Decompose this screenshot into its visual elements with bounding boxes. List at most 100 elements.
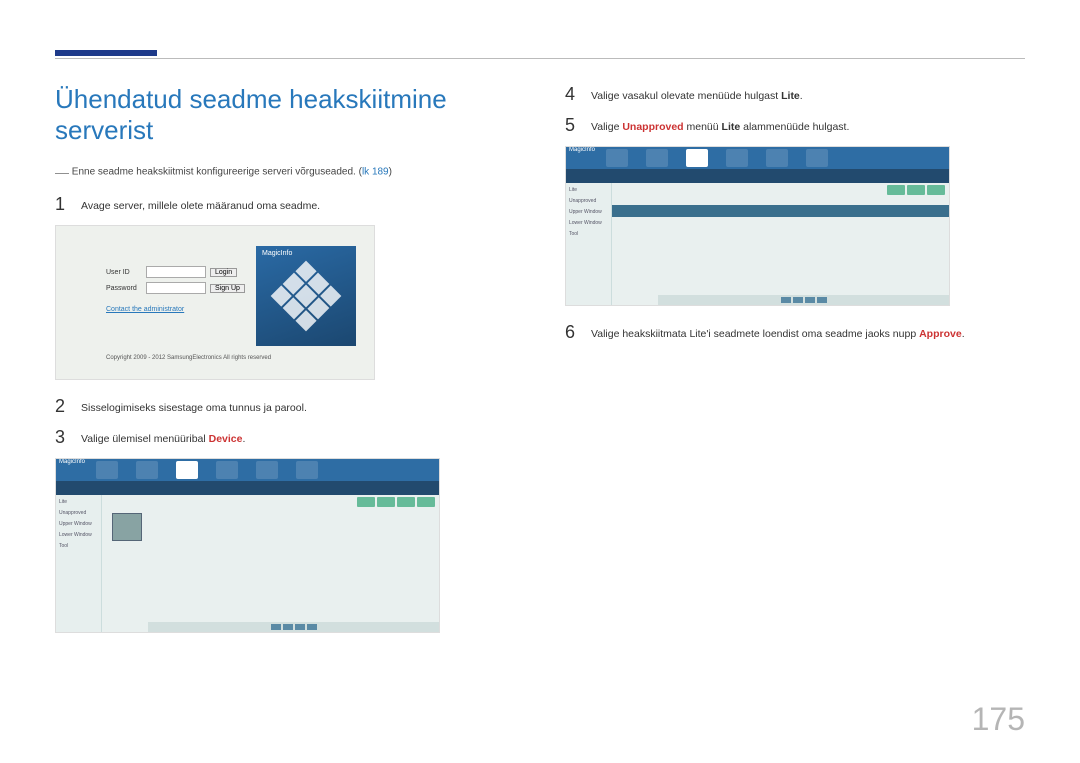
page-ctrl-1[interactable] [271, 624, 281, 630]
toolbar2-btn-1[interactable] [887, 185, 905, 195]
step-6-pre: Valige heakskiitmata Lite'i seadmete loe… [591, 328, 919, 340]
step-4: 4 Valige vasakul olevate menüüde hulgast… [565, 84, 1025, 105]
side2-item-0[interactable]: Lite [569, 187, 608, 193]
step-5-keyword-unapproved: Unapproved [622, 121, 683, 133]
side2-item-2[interactable]: Upper Window [569, 209, 608, 215]
magicinfo-logo-panel: MagicInfo [256, 246, 356, 346]
page-title: Ühendatud seadme heakskiitmine serverist [55, 84, 515, 146]
footnote-post: ) [389, 167, 392, 178]
app-toolbar-2 [887, 185, 945, 195]
step-6-number: 6 [565, 322, 579, 343]
tab2-6[interactable] [806, 149, 828, 167]
tab2-1[interactable] [606, 149, 628, 167]
page2-ctrl-3[interactable] [805, 297, 815, 303]
diamond-icon [271, 261, 342, 332]
app-sidebar: Lite Unapproved Upper Window Lower Windo… [56, 495, 102, 632]
side-item-1[interactable]: Unapproved [59, 510, 98, 516]
step-4-number: 4 [565, 84, 579, 105]
device-thumbnail[interactable] [112, 513, 142, 541]
signup-button[interactable]: Sign Up [210, 284, 245, 293]
side2-item-1[interactable]: Unapproved [569, 198, 608, 204]
side2-item-3[interactable]: Lower Window [569, 220, 608, 226]
toolbar-btn-4[interactable] [417, 497, 435, 507]
left-column: Ühendatud seadme heakskiitmine serverist… [55, 84, 515, 649]
toolbar-btn-2[interactable] [377, 497, 395, 507]
user-id-input[interactable] [146, 266, 206, 278]
app-pagination-2 [658, 295, 949, 305]
tab-device[interactable] [176, 461, 198, 479]
app-toolbar [357, 497, 435, 507]
password-label: Password [106, 285, 142, 292]
toolbar2-btn-3[interactable] [927, 185, 945, 195]
step-6-keyword-approve: Approve [919, 328, 962, 340]
page2-ctrl-2[interactable] [793, 297, 803, 303]
step-3-pre: Valige ülemisel menüüribal [81, 433, 209, 445]
page-number: 175 [972, 701, 1025, 738]
app-main-area-2 [612, 183, 949, 305]
app-sidebar-2: Lite Unapproved Upper Window Lower Windo… [566, 183, 612, 305]
side-item-0[interactable]: Lite [59, 499, 98, 505]
app-pagination [148, 622, 439, 632]
app-subbar-2 [566, 169, 949, 183]
header-accent-bar [55, 50, 157, 56]
app-logo: MagicInfo [59, 459, 85, 465]
page2-ctrl-4[interactable] [817, 297, 827, 303]
tab-4[interactable] [216, 461, 238, 479]
tab-6[interactable] [296, 461, 318, 479]
step-5-keyword-lite: Lite [722, 121, 741, 133]
step-6-post: . [962, 328, 965, 340]
step-1: 1 Avage server, millele olete määranud o… [55, 194, 515, 215]
footnote-pre: Enne seadme heakskiitmist konfigureerige… [72, 167, 362, 178]
step-3-text: Valige ülemisel menüüribal Device. [81, 427, 245, 448]
side-item-4[interactable]: Tool [59, 543, 98, 549]
step-4-keyword-lite: Lite [781, 90, 800, 102]
right-column: 4 Valige vasakul olevate menüüde hulgast… [565, 84, 1025, 649]
login-copyright: Copyright 2009 - 2012 SamsungElectronics… [106, 355, 271, 361]
side-item-2[interactable]: Upper Window [59, 521, 98, 527]
step-2-text: Sisselogimiseks sisestage oma tunnus ja … [81, 396, 307, 417]
footnote-page-link[interactable]: lk 189 [362, 167, 389, 178]
side-item-3[interactable]: Lower Window [59, 532, 98, 538]
unapproved-list-screenshot: MagicInfo Lite Unapproved Upper Window L… [565, 146, 950, 306]
step-4-post: . [800, 90, 803, 102]
content-columns: Ühendatud seadme heakskiitmine serverist… [55, 84, 1025, 649]
page-ctrl-2[interactable] [283, 624, 293, 630]
side2-item-4[interactable]: Tool [569, 231, 608, 237]
tab2-device[interactable] [686, 149, 708, 167]
toolbar-btn-3[interactable] [397, 497, 415, 507]
app-top-tabs-2: MagicInfo [566, 147, 949, 169]
step-3-post: . [242, 433, 245, 445]
step-2-number: 2 [55, 396, 69, 417]
login-screenshot: User ID Login Password Sign Up Contact t… [55, 225, 375, 380]
app-subbar [56, 481, 439, 495]
login-button[interactable]: Login [210, 268, 237, 277]
app-main-area [102, 495, 439, 632]
tab-5[interactable] [256, 461, 278, 479]
tab2-2[interactable] [646, 149, 668, 167]
unapproved-device-row[interactable] [612, 205, 949, 217]
page-ctrl-4[interactable] [307, 624, 317, 630]
password-input[interactable] [146, 282, 206, 294]
tab-1[interactable] [96, 461, 118, 479]
magicinfo-logo-text: MagicInfo [262, 250, 292, 257]
toolbar2-btn-2[interactable] [907, 185, 925, 195]
step-5-post: alammenüüde hulgast. [740, 121, 849, 133]
step-3-keyword-device: Device [209, 433, 243, 445]
tab2-5[interactable] [766, 149, 788, 167]
user-id-label: User ID [106, 269, 142, 276]
step-1-number: 1 [55, 194, 69, 215]
contact-admin-link[interactable]: Contact the administrator [106, 306, 184, 313]
toolbar-btn-1[interactable] [357, 497, 375, 507]
header-divider [55, 58, 1025, 59]
app-top-tabs: MagicInfo [56, 459, 439, 481]
step-5-number: 5 [565, 115, 579, 136]
step-4-text: Valige vasakul olevate menüüde hulgast L… [591, 84, 803, 105]
tab2-4[interactable] [726, 149, 748, 167]
login-form: User ID Login Password Sign Up Contact t… [106, 266, 245, 313]
device-app-screenshot: MagicInfo Lite Unapproved Upper Window L… [55, 458, 440, 633]
page-ctrl-3[interactable] [295, 624, 305, 630]
tab-2[interactable] [136, 461, 158, 479]
page2-ctrl-1[interactable] [781, 297, 791, 303]
step-5: 5 Valige Unapproved menüü Lite alammenüü… [565, 115, 1025, 136]
step-6-text: Valige heakskiitmata Lite'i seadmete loe… [591, 322, 965, 343]
